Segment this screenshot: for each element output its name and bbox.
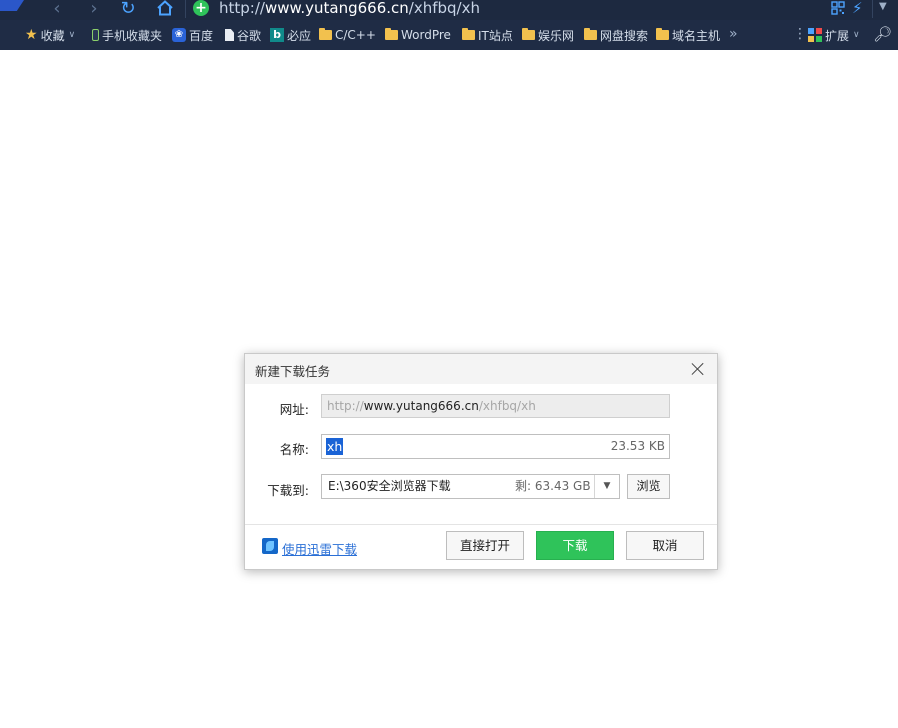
free-space: 剩: 63.43 GB [515, 479, 591, 493]
bookmark-label: 百度 [189, 28, 214, 43]
download-button[interactable]: 下载 [536, 531, 614, 560]
destination-label: 下载到: [267, 483, 309, 498]
bookmark-label: C/C++ [335, 28, 376, 42]
phone-icon [92, 29, 99, 41]
bookmark-folder-domain-hosting[interactable]: 域名主机 [656, 26, 720, 44]
bookmarks-bar: ★ 收藏 ∨ 手机收藏夹 ❀ 百度 谷歌 b 必应 C/C++ WordPre … [0, 20, 898, 50]
cancel-button[interactable]: 取消 [626, 531, 704, 560]
bookmark-folder-wordpress[interactable]: WordPre [385, 26, 451, 44]
bookmark-google[interactable]: 谷歌 [225, 26, 261, 44]
more-bookmarks-icon[interactable]: » [729, 26, 738, 42]
url-path: /xhfbq/xh [408, 0, 480, 17]
browser-logo-icon [0, 0, 24, 11]
document-icon [225, 29, 234, 41]
forward-button[interactable]: › [82, 0, 106, 19]
secure-site-icon[interactable]: + [193, 0, 209, 16]
chevron-right-icon: › [90, 0, 98, 19]
home-icon [157, 0, 173, 16]
dropdown-arrow-icon[interactable]: ▼ [594, 475, 619, 498]
download-url-field: http://www.yutang666.cn/xhfbq/xh [321, 394, 670, 418]
use-thunder-link[interactable]: 使用迅雷下载 [282, 539, 357, 558]
home-button[interactable] [153, 0, 177, 19]
toolbar-divider [185, 0, 186, 18]
file-size: 23.53 KB [610, 439, 665, 453]
bookmark-folder-cpp[interactable]: C/C++ [319, 26, 376, 44]
new-download-dialog: 新建下载任务 网址: http://www.yutang666.cn/xhfbq… [244, 353, 718, 570]
bookmark-label: WordPre [401, 28, 451, 42]
folder-icon [319, 28, 332, 40]
bookmark-folder-entertainment[interactable]: 娱乐网 [522, 26, 574, 44]
destination-select[interactable]: E:\360安全浏览器下载 剩: 63.43 GB ▼ [321, 474, 620, 499]
address-bar[interactable]: http://www.yutang666.cn/xhfbq/xh [219, 0, 480, 17]
star-icon: ★ [25, 27, 38, 43]
close-icon[interactable] [689, 360, 707, 378]
file-name-value: xh [326, 438, 344, 455]
browse-button[interactable]: 浏览 [627, 474, 670, 499]
extensions-label: 扩展 [825, 28, 850, 43]
bing-icon: b [270, 28, 284, 42]
url-path: /xhfbq/xh [478, 399, 536, 413]
destination-path: E:\360安全浏览器下载 [328, 479, 451, 493]
baidu-icon: ❀ [172, 28, 186, 42]
bookmark-label: 谷歌 [237, 28, 262, 43]
bookmark-folder-it-sites[interactable]: IT站点 [462, 26, 513, 44]
open-directly-button[interactable]: 直接打开 [446, 531, 524, 560]
chevron-down-icon: ∨ [853, 30, 860, 40]
url-scheme: http:// [219, 0, 265, 17]
qr-code-icon[interactable] [831, 1, 845, 15]
chevron-left-icon: ‹ [53, 0, 61, 19]
speed-mode-icon[interactable]: ⚡︎ [852, 0, 863, 17]
chevron-down-icon[interactable]: ▼ [879, 1, 887, 12]
url-host: www.yutang666.cn [264, 0, 409, 17]
file-name-input[interactable]: xh 23.53 KB [321, 434, 670, 459]
dialog-title: 新建下载任务 [255, 364, 331, 379]
bookmark-label: 手机收藏夹 [102, 28, 163, 43]
folder-icon [522, 28, 535, 40]
bookmark-favorites[interactable]: ★ 收藏 ∨ [25, 26, 75, 44]
refresh-icon: ↻ [120, 0, 136, 19]
bookmark-baidu[interactable]: ❀ 百度 [172, 26, 213, 44]
folder-icon [462, 28, 475, 40]
url-scheme: http:// [327, 399, 364, 413]
dialog-header: 新建下载任务 [245, 354, 717, 384]
search-icon[interactable]: 🔎︎ [873, 25, 892, 43]
browser-toolbar: ‹ › ↻ + http://www.yutang666.cn/xhfbq/xh… [0, 0, 898, 20]
bookmark-label: 域名主机 [672, 28, 721, 43]
folder-icon [385, 28, 398, 40]
folder-icon [656, 28, 669, 40]
dialog-divider [245, 524, 717, 525]
refresh-button[interactable]: ↻ [116, 0, 140, 19]
bookmark-label: IT站点 [478, 28, 513, 43]
bookmark-label: 必应 [287, 28, 312, 43]
folder-icon [584, 28, 597, 40]
bookmark-label: 网盘搜索 [600, 28, 649, 43]
url-host: www.yutang666.cn [363, 399, 479, 413]
bookmark-label: 娱乐网 [538, 28, 575, 43]
toolbar-divider [872, 0, 873, 18]
bookmark-bing[interactable]: b 必应 [270, 26, 311, 44]
bookmark-label: 收藏 [40, 28, 65, 43]
more-options-icon[interactable]: ⋮ [793, 26, 807, 42]
chevron-down-icon: ∨ [68, 30, 76, 40]
extensions-button[interactable]: 扩展 ∨ [808, 26, 860, 44]
bookmark-folder-cloud-search[interactable]: 网盘搜索 [584, 26, 648, 44]
back-button[interactable]: ‹ [45, 0, 69, 19]
url-label: 网址: [279, 402, 309, 417]
name-label: 名称: [279, 442, 309, 457]
extensions-icon [808, 28, 822, 42]
thunder-icon[interactable] [262, 538, 278, 554]
bookmark-mobile-favorites[interactable]: 手机收藏夹 [92, 26, 162, 44]
